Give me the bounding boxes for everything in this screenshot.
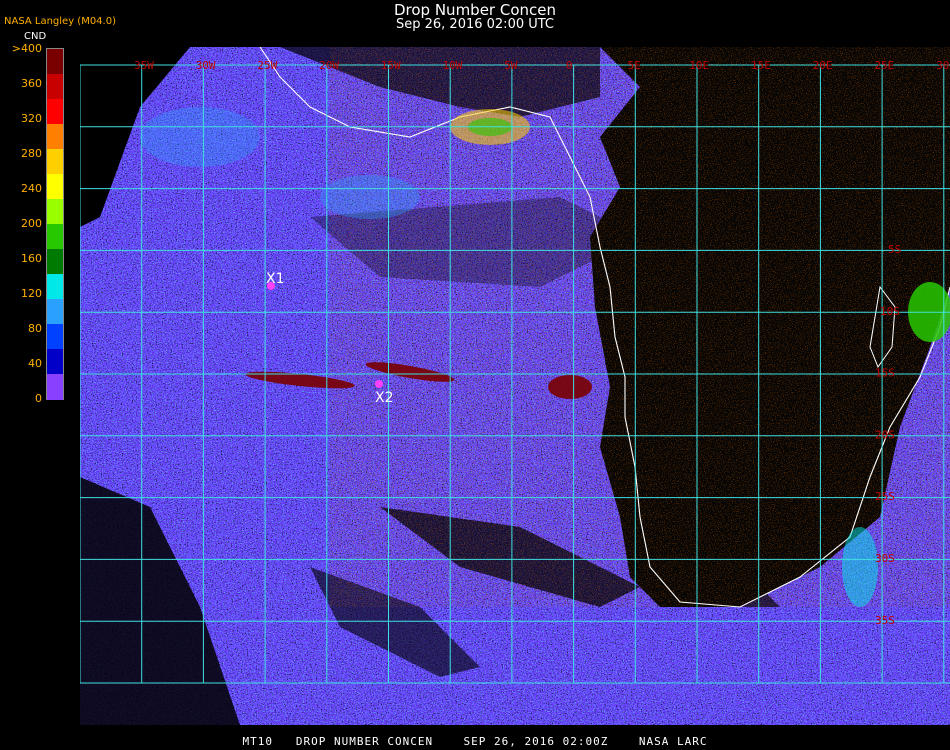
longitude-label: 15W (381, 59, 401, 72)
marker-x1-label: X1 (266, 271, 285, 287)
legend-tick-label: 280 (21, 147, 42, 160)
longitude-label: 10W (443, 59, 463, 72)
latitude-label: 5S (888, 243, 901, 256)
legend-swatch (47, 324, 63, 350)
satellite-map: 35W 30W 25W 20W 15W 10W 5W 0 5E 10E 15E 20E 25E 30E 5… (80, 47, 950, 725)
legend-tick-label: 0 (35, 392, 42, 405)
legend-swatch (47, 174, 63, 200)
legend-swatch (47, 299, 63, 325)
latitude-label: 30S (875, 552, 895, 565)
color-scale-bar (46, 48, 64, 400)
legend-tick-label: 240 (21, 182, 42, 195)
longitude-label: 35W (134, 59, 154, 72)
longitude-label: 30W (196, 59, 216, 72)
latitude-label: 25S (875, 490, 895, 503)
latitude-label: 35S (875, 614, 895, 627)
legend-swatch (47, 349, 63, 375)
marker-x2-label: X2 (375, 390, 394, 406)
legend-swatch (47, 149, 63, 175)
legend-tick-label: 160 (21, 252, 42, 265)
legend-tick-label: 80 (28, 322, 42, 335)
longitude-label: 20W (319, 59, 339, 72)
legend-swatch (47, 49, 63, 75)
legend-tick-label: 120 (21, 287, 42, 300)
legend-swatch (47, 74, 63, 100)
longitude-label: 15E (751, 59, 771, 72)
legend-swatch (47, 374, 63, 400)
longitude-label: 10E (689, 59, 709, 72)
longitude-label: 25W (257, 59, 277, 72)
longitude-label: 25E (874, 59, 894, 72)
legend-swatch (47, 249, 63, 275)
latitude-label: 15S (875, 367, 895, 380)
latitude-label: 10S (880, 305, 900, 318)
legend-tick-label: >400 (11, 42, 42, 55)
longitude-label: 0 (566, 59, 573, 72)
agency-label: NASA Langley (M04.0) (4, 16, 116, 27)
map-timestamp: Sep 26, 2016 02:00 UTC (395, 17, 555, 32)
longitude-label: 5E (628, 59, 641, 72)
legend-tick-label: 360 (21, 77, 42, 90)
legend-unit: CND (24, 31, 47, 42)
legend-tick-label: 40 (28, 357, 42, 370)
legend-swatch (47, 274, 63, 300)
footer-caption: MT10 DROP NUMBER CONCEN SEP 26, 2016 02:… (242, 735, 708, 748)
latitude-label: 20S (875, 428, 895, 441)
legend-tick-label: 320 (21, 112, 42, 125)
longitude-label: 5W (504, 59, 518, 72)
legend-swatch (47, 199, 63, 225)
legend-swatch (47, 224, 63, 250)
longitude-label: 30E (936, 59, 950, 72)
legend-swatch (47, 99, 63, 125)
longitude-label: 20E (813, 59, 833, 72)
legend-tick-label: 200 (21, 217, 42, 230)
legend-swatch (47, 124, 63, 150)
